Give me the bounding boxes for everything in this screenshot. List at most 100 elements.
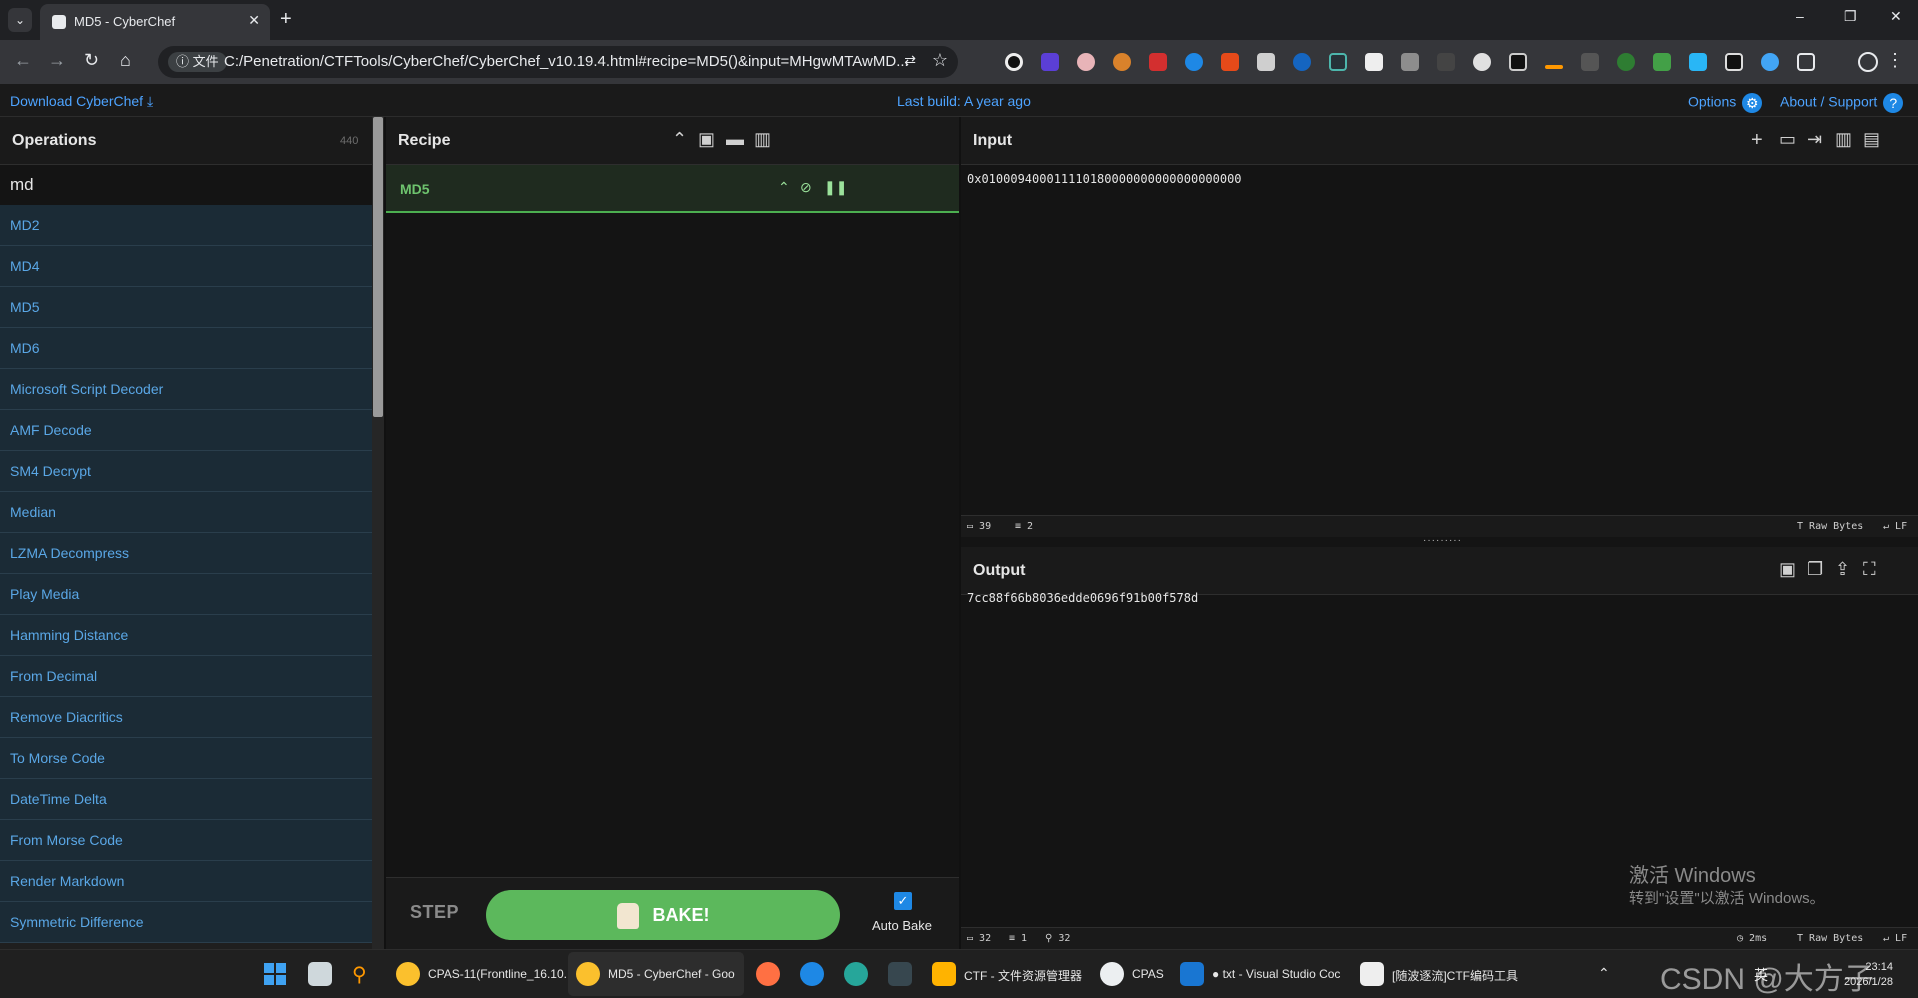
extension-icon[interactable] [1257,53,1275,71]
taskbar-item-label[interactable]: CPAS [1132,967,1164,981]
extension-icon[interactable] [1077,53,1095,71]
extension-icon[interactable] [1365,53,1383,71]
extension-icon[interactable] [1473,53,1491,71]
disable-operation-icon[interactable]: ⊘ [800,179,812,196]
browser-tab-active[interactable]: MD5 - CyberChef ✕ [40,4,270,40]
io-resize-divider[interactable]: ········· [961,535,1918,547]
browser-menu-icon[interactable]: ⋮ [1886,50,1904,71]
tray-clock[interactable]: 23:14 2026/1/28 [1844,960,1893,990]
firefox-icon[interactable] [756,962,780,986]
operation-item[interactable]: Microsoft Script Decoder [0,369,372,410]
bake-button[interactable]: BAKE! [486,890,840,940]
operation-item[interactable]: Symmetric Difference [0,902,372,943]
bookmark-star-icon[interactable]: ☆ [932,50,948,71]
options-link[interactable]: Options ⚙ [1688,93,1763,113]
auto-bake-checkbox[interactable]: ✓ [894,892,912,910]
extension-icon[interactable] [1221,53,1239,71]
new-tab-button[interactable]: + [280,8,292,31]
operation-item[interactable]: From Morse Code [0,820,372,861]
taskbar-item-label[interactable]: ● txt - Visual Studio Coc [1212,967,1340,981]
add-input-tab-icon[interactable]: + [1751,129,1763,152]
cpas-icon[interactable] [1100,962,1124,986]
open-folder-icon[interactable]: ▭ [1779,129,1796,150]
windows-start-icon[interactable] [264,963,286,985]
hide-args-chevron-icon[interactable]: ⌃ [778,179,790,196]
extension-icon[interactable] [1329,53,1347,71]
recipe-operation-md5[interactable]: MD5 ⌃ ⊘ ❚❚ [386,165,959,213]
operation-item[interactable]: LZMA Decompress [0,533,372,574]
output-encoding-selector[interactable]: T Raw Bytes [1797,933,1863,944]
chrome-icon[interactable] [576,962,600,986]
operation-item[interactable]: Median [0,492,372,533]
tray-overflow-icon[interactable]: ⌃ [1598,965,1610,982]
extension-icon[interactable] [1653,53,1671,71]
breakpoint-pause-icon[interactable]: ❚❚ [824,179,847,196]
ctf-tool-icon[interactable] [1360,962,1384,986]
tab-search-button[interactable]: ⌄ [8,8,32,32]
tab-close-icon[interactable]: ✕ [248,12,260,29]
close-window-button[interactable]: ✕ [1890,8,1902,25]
operation-item[interactable]: MD4 [0,246,372,287]
extension-icon[interactable] [1041,53,1059,71]
terminal-icon[interactable] [888,962,912,986]
load-recipe-folder-icon[interactable]: ▬ [726,129,744,150]
operation-item[interactable]: Play Media [0,574,372,615]
input-eol-selector[interactable]: ↵ LF [1883,521,1907,532]
operation-item[interactable]: From Decimal [0,656,372,697]
task-view-icon[interactable] [308,962,332,986]
save-recipe-icon[interactable]: ▣ [698,129,715,150]
clear-recipe-trash-icon[interactable]: ▥ [754,129,771,150]
operation-item[interactable]: MD5 [0,287,372,328]
extension-icon[interactable] [1149,53,1167,71]
maximize-output-icon[interactable]: ⛶ [1863,559,1876,580]
extension-icon[interactable] [1617,53,1635,71]
chrome-icon[interactable] [396,962,420,986]
extensions-puzzle-icon[interactable] [1797,53,1815,71]
download-cyberchef-link[interactable]: Download CyberChef ⤓ [10,93,153,110]
input-textarea[interactable]: 0x010009400011110180000000000000000000 [967,172,1242,186]
operation-item[interactable]: Hamming Distance [0,615,372,656]
operation-item[interactable]: To Morse Code [0,738,372,779]
extension-icon[interactable] [1185,53,1203,71]
search-icon[interactable]: ⚲ [352,962,376,986]
home-icon[interactable]: ⌂ [120,50,131,71]
extension-icon[interactable] [1005,53,1023,71]
profile-avatar[interactable] [1858,52,1878,72]
step-button[interactable]: STEP [410,902,459,923]
operation-item[interactable]: AMF Decode [0,410,372,451]
copy-output-icon[interactable]: ❐ [1807,559,1823,580]
edge-icon[interactable] [844,962,868,986]
reset-layout-icon[interactable]: ▤ [1863,129,1880,150]
taskbar-item-label[interactable]: MD5 - CyberChef - Goo [608,967,735,981]
extension-icon[interactable] [1509,53,1527,71]
minimize-button[interactable]: – [1796,8,1804,24]
taskbar-item-label[interactable]: CPAS-11(Frontline_16.10. [428,967,567,981]
output-text[interactable]: 7cc88f66b8036edde0696f91b00f578d [967,591,1198,605]
extension-icon[interactable] [1761,53,1779,71]
replace-input-icon[interactable]: ⇪ [1835,559,1850,580]
browser-icon[interactable] [800,962,824,986]
taskbar-item-label[interactable]: [随波逐流]CTF编码工具 [1392,967,1518,984]
extension-icon[interactable] [1689,53,1707,71]
about-support-link[interactable]: About / Support? [1780,93,1904,113]
operation-item[interactable]: Remove Diacritics [0,697,372,738]
extension-icon[interactable] [1725,53,1743,71]
save-output-icon[interactable]: ▣ [1779,559,1796,580]
extension-icon[interactable] [1293,53,1311,71]
operation-item[interactable]: MD6 [0,328,372,369]
taskbar-item-label[interactable]: CTF - 文件资源管理器 [964,967,1082,984]
operations-scrollbar-thumb[interactable] [373,117,383,417]
extension-icon[interactable] [1113,53,1131,71]
extension-icon[interactable] [1545,65,1563,69]
operation-item[interactable]: Render Markdown [0,861,372,902]
vscode-icon[interactable] [1180,962,1204,986]
reload-icon[interactable]: ↻ [84,50,99,71]
open-file-icon[interactable]: ⇥ [1807,129,1822,150]
forward-icon[interactable]: → [48,50,66,71]
folder-icon[interactable] [932,962,956,986]
clear-input-trash-icon[interactable]: ▥ [1835,129,1852,150]
translate-icon[interactable]: ⇄ [904,52,916,69]
operation-item[interactable]: DateTime Delta [0,779,372,820]
input-encoding-selector[interactable]: T Raw Bytes [1797,521,1863,532]
output-eol-selector[interactable]: ↵ LF [1883,933,1907,944]
